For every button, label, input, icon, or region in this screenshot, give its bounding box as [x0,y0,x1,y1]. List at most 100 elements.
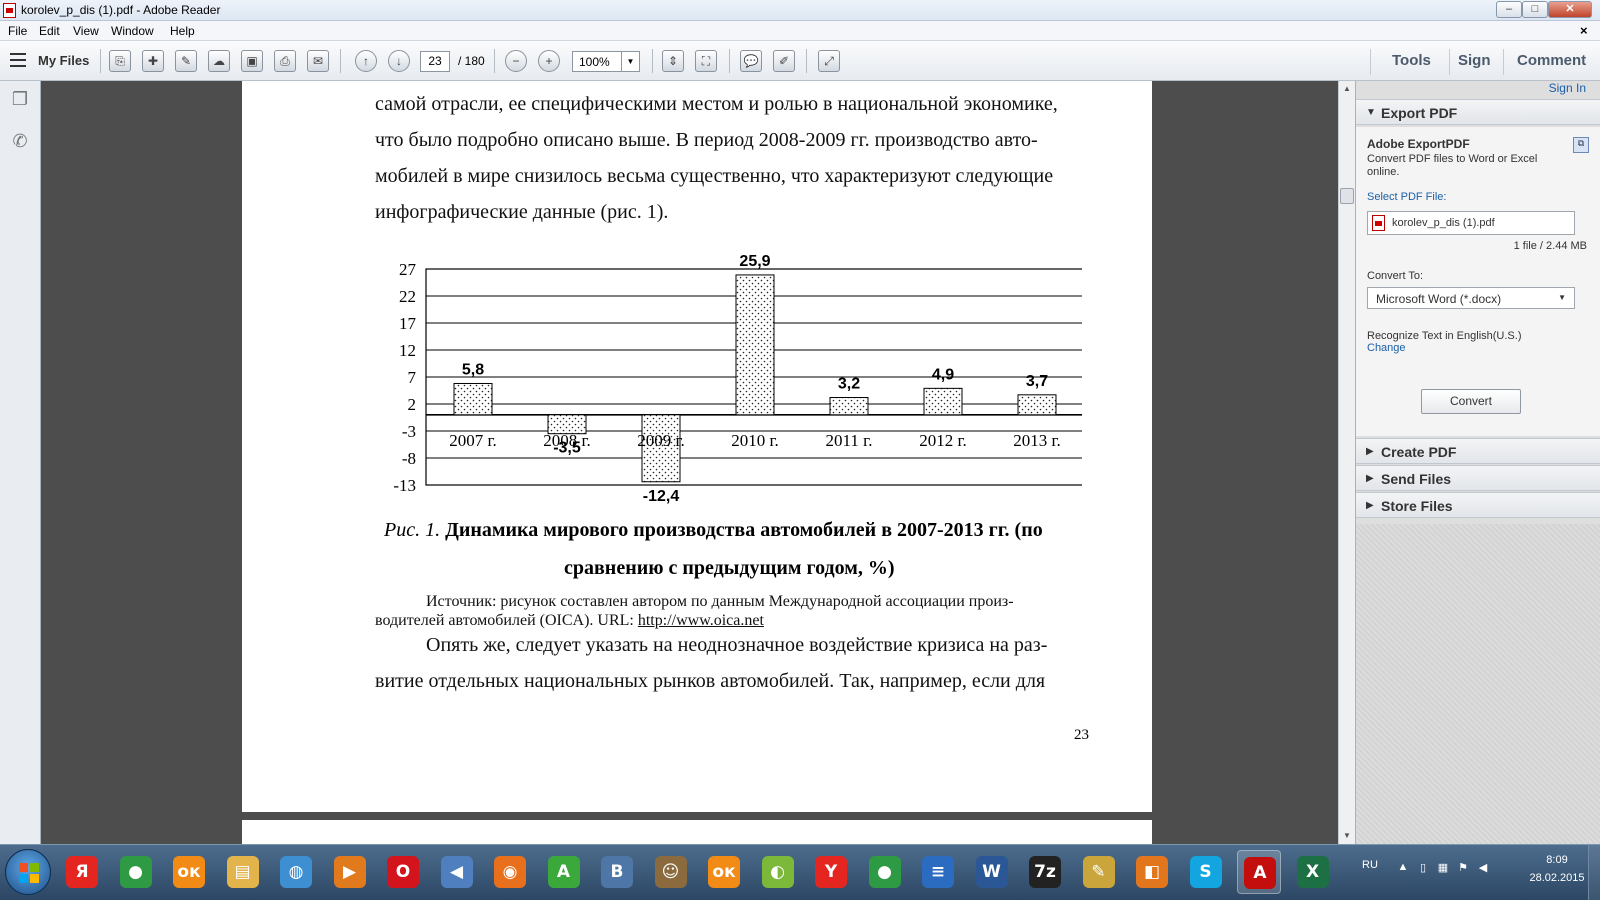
maximize-button[interactable]: □ [1522,1,1548,18]
data-label: 3,7 [1026,373,1048,390]
attachments-paperclip-icon[interactable]: ✆ [10,131,30,153]
chevron-down-icon[interactable]: ▼ [621,52,639,71]
y-tick-label: -8 [402,449,416,468]
show-desktop-button[interactable] [1588,845,1600,900]
chrome-icon: ● [119,856,152,888]
scroll-down-icon[interactable]: ▼ [1339,828,1355,844]
store-files-section-header[interactable]: ▶ Store Files [1356,492,1600,518]
taskbar-app[interactable]: A [542,850,586,894]
edit-pdf-icon[interactable]: ✎ [175,50,197,72]
zoom-in-icon[interactable]: + [538,50,560,72]
save-icon[interactable]: ▣ [241,50,263,72]
comment-bubble-icon[interactable]: 💬 [740,50,762,72]
scroll-up-icon[interactable]: ▲ [1339,81,1355,97]
change-language-link[interactable]: Change [1367,342,1406,354]
page-thumbnails-icon[interactable]: ❐ [10,89,30,111]
menu-view[interactable]: View [73,24,99,38]
y-tick-label: -3 [402,422,416,441]
zoom-select[interactable]: 100% ▼ [572,51,640,72]
next-page-icon[interactable]: ↓ [388,50,410,72]
taskbar-app[interactable]: ● [114,850,158,894]
export-info-icon[interactable]: ⧉ [1573,137,1589,153]
minimize-button[interactable]: – [1496,1,1522,18]
taskbar-app[interactable]: B [595,850,639,894]
tab-sign[interactable]: Sign [1458,52,1491,69]
create-pdf-section-header[interactable]: ▶ Create PDF [1356,438,1600,464]
taskbar-app[interactable]: 7z [1023,850,1067,894]
bar [735,274,775,416]
taskbar-app[interactable]: ◍ [274,850,318,894]
hamburger-menu-icon[interactable] [10,53,26,67]
taskbar-app[interactable]: ☺ [649,850,693,894]
taskbar-app[interactable]: Y [809,850,853,894]
taskbar-app[interactable]: ✎ [1077,850,1121,894]
clock-time[interactable]: 8:09 [1533,854,1581,866]
taskbar-app[interactable]: S [1184,850,1228,894]
taskbar-app[interactable]: ● [863,850,907,894]
page-number-input[interactable]: 23 [420,51,450,72]
menu-file[interactable]: File [8,24,27,38]
selected-file-box[interactable]: korolev_p_dis (1).pdf [1367,211,1575,235]
sign-in-link[interactable]: Sign In [1549,81,1586,95]
export-pdf-section-header[interactable]: ▼ Export PDF [1356,99,1600,125]
taskbar-app[interactable]: O [381,850,425,894]
menu-edit[interactable]: Edit [39,24,60,38]
fit-page-icon[interactable]: ⇕ [662,50,684,72]
source-text: водителей автомобилей (OICA). URL: [375,612,634,629]
y-tick-label: -13 [393,476,416,495]
action-center-icon[interactable]: ⚑ [1456,861,1470,875]
send-files-section-header[interactable]: ▶ Send Files [1356,465,1600,491]
taskbar-app[interactable]: ▤ [221,850,265,894]
expand-triangle-icon: ▶ [1366,473,1374,484]
taskbar-app[interactable]: A [1237,850,1281,894]
menu-window[interactable]: Window [111,24,154,38]
taskbar-app[interactable]: ок [702,850,746,894]
scroll-thumb[interactable] [1340,188,1354,204]
y-tick-label: 2 [408,395,417,414]
taskbar-app[interactable]: ◧ [1130,850,1174,894]
text-line: инфографические данные (рис. 1). [375,201,669,223]
taskbar-app[interactable]: ▶ [328,850,372,894]
x-category-label: 2013 г. [1013,431,1061,450]
taskbar-app[interactable]: X [1291,850,1335,894]
vertical-scrollbar[interactable]: ▲ ▼ [1338,81,1355,844]
device-icon[interactable]: ▯ [1416,861,1430,875]
page-total: / 180 [458,54,485,68]
start-button[interactable] [5,849,51,895]
oica-link[interactable]: http://www.oica.net [638,612,764,629]
close-button[interactable]: ✕ [1548,1,1592,18]
taskbar-app[interactable]: Я [60,850,104,894]
convert-button[interactable]: Convert [1421,389,1521,414]
taskbar-app[interactable]: ◀ [435,850,479,894]
document-viewport[interactable]: самой отрасли, ее специфическими местом … [41,81,1338,844]
convert-to-select[interactable]: Microsoft Word (*.docx) ▼ [1367,287,1575,309]
create-pdf-icon[interactable]: ✚ [142,50,164,72]
previous-page-icon[interactable]: ↑ [355,50,377,72]
zoom-out-icon[interactable]: − [505,50,527,72]
my-files-button[interactable]: My Files [38,53,89,68]
menu-help[interactable]: Help [170,24,195,38]
show-hidden-icons-icon[interactable]: ▲ [1396,861,1410,875]
full-screen-icon[interactable]: ⤢ [818,50,840,72]
adobe-pdf-icon [3,3,16,18]
fit-width-icon[interactable]: ⛶ [695,50,717,72]
language-indicator[interactable]: RU [1362,859,1378,871]
email-icon[interactable]: ✉ [307,50,329,72]
upload-cloud-icon[interactable]: ☁ [208,50,230,72]
taskbar-app[interactable]: ок [167,850,211,894]
open-file-icon[interactable]: ⎘ [109,50,131,72]
speaker-icon[interactable]: ◀ [1476,861,1490,875]
close-document-icon[interactable]: × [1580,23,1588,38]
taskbar-app[interactable]: ◐ [756,850,800,894]
taskbar-app[interactable]: ≡ [916,850,960,894]
window-title: korolev_p_dis (1).pdf - Adobe Reader [21,3,221,17]
tab-comment[interactable]: Comment [1517,52,1586,69]
taskbar-app[interactable]: ◉ [488,850,532,894]
tab-tools[interactable]: Tools [1392,52,1431,69]
clock-date[interactable]: 28.02.2015 [1528,872,1586,884]
taskbar-app[interactable]: W [970,850,1014,894]
toolbar-separator [806,49,807,73]
highlight-icon[interactable]: ✐ [773,50,795,72]
network-icon[interactable]: ▦ [1436,861,1450,875]
print-icon[interactable]: ⎙ [274,50,296,72]
